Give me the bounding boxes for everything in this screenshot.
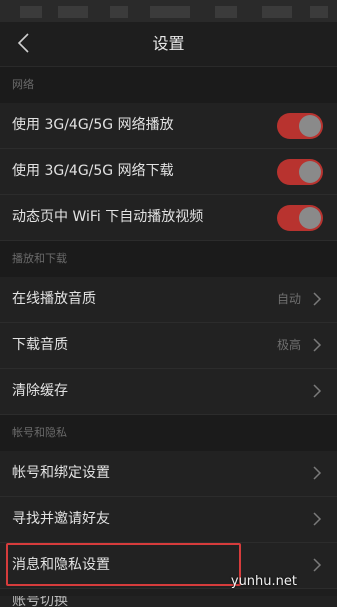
watermark: yunhu.net	[230, 574, 297, 589]
setting-label: 动态页中 WiFi 下自动播放视频	[12, 209, 204, 225]
setting-label: 在线播放音质	[12, 291, 96, 307]
toggle-switch[interactable]	[277, 205, 323, 231]
setting-label: 使用 3G/4G/5G 网络播放	[12, 117, 174, 133]
chevron-right-icon	[313, 338, 322, 352]
setting-3g-play[interactable]: 使用 3G/4G/5G 网络播放	[0, 103, 337, 149]
setting-label: 账号切换	[12, 596, 68, 607]
setting-label: 下载音质	[12, 337, 68, 353]
setting-label: 寻找并邀请好友	[12, 511, 110, 527]
toggle-knob	[299, 161, 321, 183]
settings-list: 网络 使用 3G/4G/5G 网络播放 使用 3G/4G/5G 网络下载 动态页…	[0, 67, 337, 589]
status-bar	[0, 0, 337, 22]
setting-download-quality[interactable]: 下载音质 极高	[0, 323, 337, 369]
nav-bar: 设置	[0, 22, 337, 67]
section-network: 网络	[0, 67, 337, 103]
chevron-right-icon	[313, 512, 322, 526]
chevron-right-icon	[313, 292, 322, 306]
setting-label: 清除缓存	[12, 383, 68, 399]
setting-3g-download[interactable]: 使用 3G/4G/5G 网络下载	[0, 149, 337, 195]
section-playback: 播放和下载	[0, 241, 337, 277]
setting-account-switch[interactable]: 账号切换	[0, 596, 337, 607]
setting-clear-cache[interactable]: 清除缓存	[0, 369, 337, 415]
page-title: 设置	[152, 34, 185, 53]
setting-label: 消息和隐私设置	[12, 557, 110, 573]
setting-online-quality[interactable]: 在线播放音质 自动	[0, 277, 337, 323]
setting-wifi-autoplay[interactable]: 动态页中 WiFi 下自动播放视频	[0, 195, 337, 241]
setting-invite-friends[interactable]: 寻找并邀请好友	[0, 497, 337, 543]
setting-label: 使用 3G/4G/5G 网络下载	[12, 163, 174, 179]
toggle-switch[interactable]	[277, 159, 323, 185]
chevron-right-icon	[313, 558, 322, 572]
toggle-switch[interactable]	[277, 113, 323, 139]
section-account: 帐号和隐私	[0, 415, 337, 451]
toggle-knob	[299, 115, 321, 137]
setting-value: 极高	[276, 338, 301, 352]
chevron-right-icon	[313, 384, 322, 398]
setting-label: 帐号和绑定设置	[12, 465, 110, 481]
setting-account-binding[interactable]: 帐号和绑定设置	[0, 451, 337, 497]
chevron-right-icon	[313, 466, 322, 480]
setting-value: 自动	[276, 292, 301, 306]
toggle-knob	[299, 207, 321, 229]
